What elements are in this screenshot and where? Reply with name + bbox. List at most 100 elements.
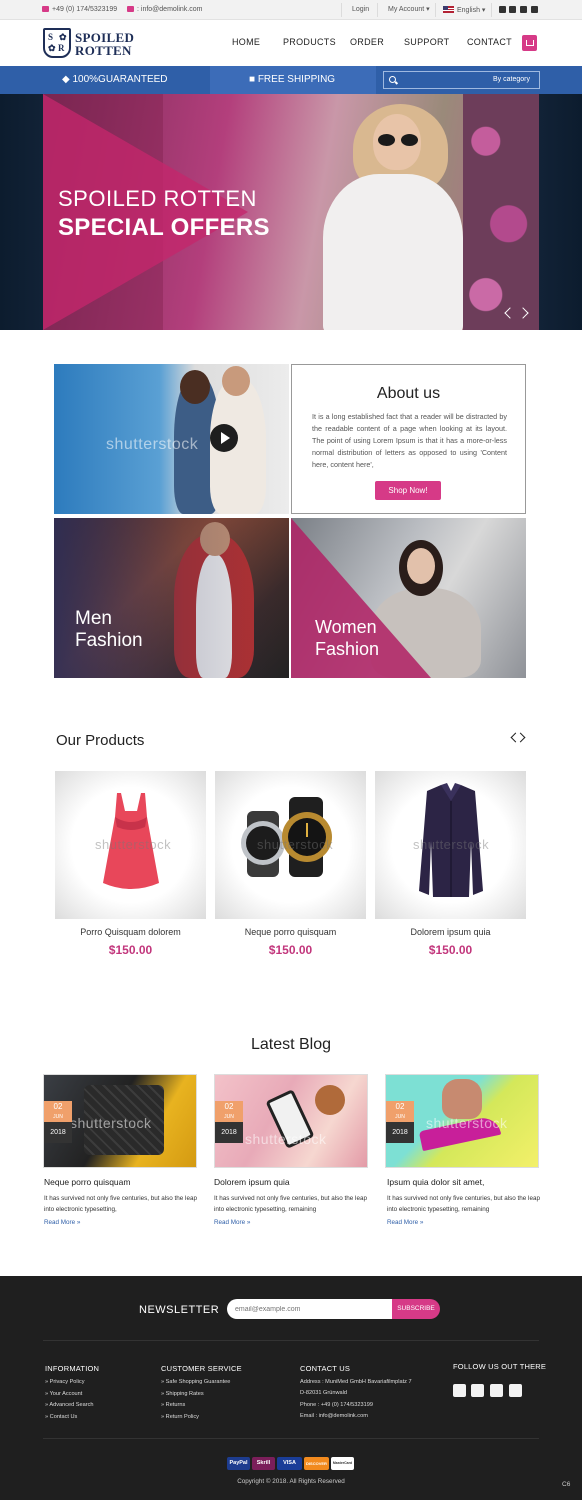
email-info: : info@demolink.com — [127, 6, 202, 14]
product-card[interactable]: shutterstock — [215, 771, 366, 919]
my-account-dropdown[interactable]: My Account ▾ — [388, 6, 430, 14]
men-fashion-tile[interactable]: Men Fashion — [54, 518, 289, 678]
twitter-icon[interactable] — [509, 6, 516, 13]
date-year: 2018 — [386, 1122, 414, 1143]
blog-post-title[interactable]: Ipsum quia dolor sit amet, — [387, 1177, 484, 1187]
language-label: English — [457, 7, 480, 14]
product-card[interactable]: shutterstock — [55, 771, 206, 919]
nav-home[interactable]: HOME — [232, 37, 260, 47]
copyright: Copyright © 2018. All Rights Reserved — [237, 1478, 345, 1485]
logo-crest-icon[interactable]: S ✿ ✿ R — [43, 28, 71, 58]
language-dropdown[interactable]: English ▾ — [443, 6, 485, 15]
blog-title: Latest Blog — [250, 1036, 332, 1053]
product-name[interactable]: Porro Quisquam dolorem — [55, 927, 206, 937]
linkedin-icon[interactable] — [490, 1384, 503, 1397]
nav-order[interactable]: ORDER — [350, 37, 384, 47]
corner-label: C6 — [562, 1481, 571, 1488]
video-tile[interactable]: shutterstock — [54, 364, 289, 514]
visa-badge: VISA — [277, 1457, 302, 1470]
google-plus-icon[interactable] — [509, 1384, 522, 1397]
footer-link-label: Safe Shopping Guarantee — [165, 1379, 231, 1385]
blog-post-title[interactable]: Dolorem ipsum quia — [214, 1177, 290, 1187]
divider — [341, 3, 342, 17]
blog-image[interactable]: shutterstock 02 JUN 2018 — [214, 1074, 368, 1168]
product-name[interactable]: Neque porro quisquam — [215, 927, 366, 937]
search-icon[interactable] — [389, 76, 396, 83]
date-month: JUN — [395, 1114, 405, 1120]
footer-link[interactable]: » Shipping Rates — [161, 1391, 204, 1397]
facebook-icon[interactable] — [453, 1384, 466, 1397]
divider — [491, 3, 492, 17]
email-text[interactable]: : info@demolink.com — [137, 6, 202, 13]
play-icon[interactable] — [210, 424, 238, 452]
logo-line-2[interactable]: ROTTEN — [75, 43, 132, 59]
blog-post-excerpt: It has survived not only five centuries,… — [214, 1195, 367, 1213]
google-plus-icon[interactable] — [520, 6, 527, 13]
about-panel: About us It is a long established fact t… — [291, 364, 526, 514]
woman-hair — [180, 370, 210, 404]
footer-link[interactable]: » Return Policy — [161, 1414, 199, 1420]
footer-divider — [43, 1438, 539, 1439]
shop-now-button[interactable]: Shop Now! — [375, 481, 441, 500]
login-link[interactable]: Login — [352, 6, 369, 14]
blog-image[interactable]: shutterstock 02 JUN 2018 — [43, 1074, 197, 1168]
footer-link-label: Contact Us — [49, 1414, 78, 1420]
truck-icon: ■ — [249, 74, 256, 85]
footer-link-label: Advanced Search — [49, 1402, 94, 1408]
hero-flowers-image — [463, 94, 539, 330]
phone-text: +49 (0) 174/5323199 — [52, 6, 118, 13]
product-card[interactable]: shutterstock — [375, 771, 526, 919]
divider — [435, 3, 436, 17]
facebook-icon[interactable] — [499, 6, 506, 13]
women-fashion-tile[interactable]: Women Fashion — [291, 518, 526, 678]
shipping-item: ■ FREE SHIPPING — [249, 74, 335, 85]
footer-link[interactable]: » Safe Shopping Guarantee — [161, 1379, 230, 1385]
date-badge: 02 JUN 2018 — [215, 1101, 243, 1145]
read-more-link[interactable]: Read More » — [214, 1219, 250, 1226]
nav-products[interactable]: PRODUCTS — [283, 37, 336, 47]
nav-contact[interactable]: CONTACT — [467, 37, 512, 47]
blog-image[interactable]: shutterstock 02 JUN 2018 — [385, 1074, 539, 1168]
footer-link-label: Shipping Rates — [165, 1391, 204, 1397]
footer-link[interactable]: » Advanced Search — [45, 1402, 94, 1408]
footer-link[interactable]: » Privacy Policy — [45, 1379, 85, 1385]
paypal-badge: PayPal — [227, 1457, 250, 1470]
linkedin-icon[interactable] — [531, 6, 538, 13]
footer-link-label: Returns — [165, 1402, 186, 1408]
product-price: $150.00 — [268, 943, 313, 957]
product-name[interactable]: Dolorem ipsum quia — [375, 927, 526, 937]
newsletter-email-input[interactable] — [227, 1299, 394, 1319]
subscribe-button[interactable]: SUBSCRIBE — [392, 1299, 440, 1319]
hero-subtitle: SPECIAL OFFERS — [58, 214, 270, 241]
watermark: shutterstock — [426, 1115, 508, 1131]
contact-address: Address : MuniMed GmbH Bavariafilmplatz … — [300, 1379, 412, 1385]
twitter-icon[interactable] — [471, 1384, 484, 1397]
date-day: 02 — [53, 1102, 63, 1111]
hero-banner[interactable] — [43, 94, 539, 330]
chevron-down-icon: ▾ — [481, 7, 486, 14]
about-title: About us — [376, 385, 441, 402]
products-next-icon[interactable] — [515, 732, 526, 743]
sunglasses-shape — [378, 134, 418, 146]
cart-icon[interactable] — [522, 35, 537, 51]
contact-phone: Phone : +49 (0) 174/5323199 — [300, 1402, 373, 1408]
men-fashion-label: Men Fashion — [75, 608, 143, 651]
tag-icon: ◆ — [62, 74, 70, 85]
contact-heading: CONTACT US — [300, 1364, 351, 1373]
blog-post-title[interactable]: Neque porro quisquam — [44, 1177, 130, 1187]
watermark: shutterstock — [106, 436, 199, 453]
contact-email[interactable]: Email : info@demolink.com — [300, 1413, 368, 1419]
blog-post-excerpt: It has survived not only five centuries,… — [387, 1195, 540, 1213]
footer-link[interactable]: » Your Account — [45, 1391, 82, 1397]
nav-support[interactable]: SUPPORT — [404, 37, 449, 47]
read-more-link[interactable]: Read More » — [387, 1219, 423, 1226]
mastercard-badge: MasterCard — [331, 1457, 354, 1470]
footer-link[interactable]: » Returns — [161, 1402, 185, 1408]
footer-link-label: Privacy Policy — [49, 1379, 85, 1385]
footer-link[interactable]: » Contact Us — [45, 1414, 77, 1420]
man-head — [222, 366, 250, 396]
customer-service-heading: CUSTOMER SERVICE — [161, 1364, 242, 1373]
read-more-link[interactable]: Read More » — [44, 1219, 80, 1226]
discover-badge: DISCOVER — [304, 1457, 329, 1470]
category-select[interactable]: By category — [493, 76, 530, 83]
